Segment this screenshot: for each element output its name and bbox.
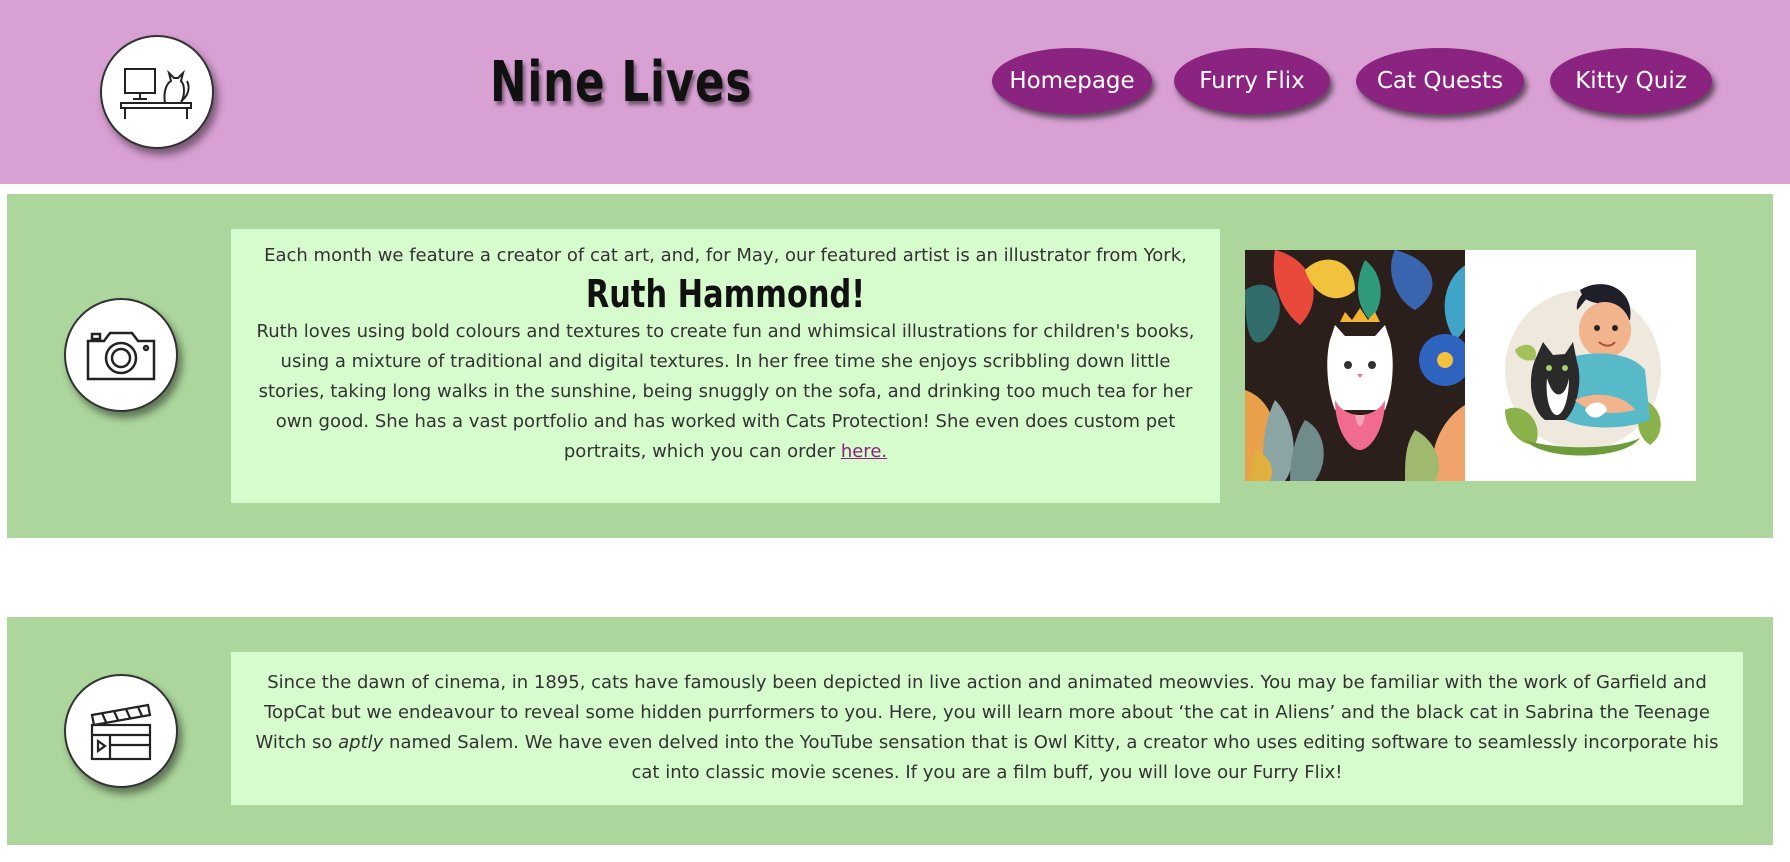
site-title: Nine Lives	[490, 50, 753, 115]
artist-bio: Ruth loves using bold colours and textur…	[256, 321, 1195, 462]
cat-on-desk-icon	[120, 68, 192, 119]
furry-flix-intro-text: Since the dawn of cinema, in 1895, cats …	[231, 652, 1743, 805]
nav-homepage-button[interactable]: Homepage	[992, 48, 1152, 114]
clapperboard-icon-circle	[64, 674, 178, 788]
cat-with-crown-illustration	[1245, 250, 1476, 481]
site-logo[interactable]	[100, 35, 214, 149]
camera-icon	[86, 331, 156, 381]
furry-flix-section: Since the dawn of cinema, in 1895, cats …	[7, 617, 1773, 845]
portrait-order-link[interactable]: here.	[841, 441, 887, 462]
cat-with-crown-artwork	[1245, 250, 1476, 481]
film-text-end: named Salem. We have even delved into th…	[389, 732, 1719, 783]
clapperboard-icon	[90, 703, 152, 761]
film-text-emphasis: aptly	[338, 732, 384, 753]
child-hugging-cat-illustration	[1465, 250, 1696, 481]
nav-cat-quests-button[interactable]: Cat Quests	[1356, 48, 1524, 114]
child-hugging-cat-artwork	[1465, 250, 1696, 481]
artist-intro: Each month we feature a creator of cat a…	[264, 245, 1187, 266]
camera-icon-circle	[64, 298, 178, 412]
artist-name: Ruth Hammond!	[585, 272, 866, 316]
featured-artist-text: Each month we feature a creator of cat a…	[231, 229, 1220, 503]
site-header: Nine Lives Homepage Furry Flix Cat Quest…	[0, 0, 1790, 184]
featured-artist-section: Each month we feature a creator of cat a…	[7, 194, 1773, 538]
nav-furry-flix-button[interactable]: Furry Flix	[1174, 48, 1330, 114]
nav-kitty-quiz-button[interactable]: Kitty Quiz	[1550, 48, 1712, 114]
